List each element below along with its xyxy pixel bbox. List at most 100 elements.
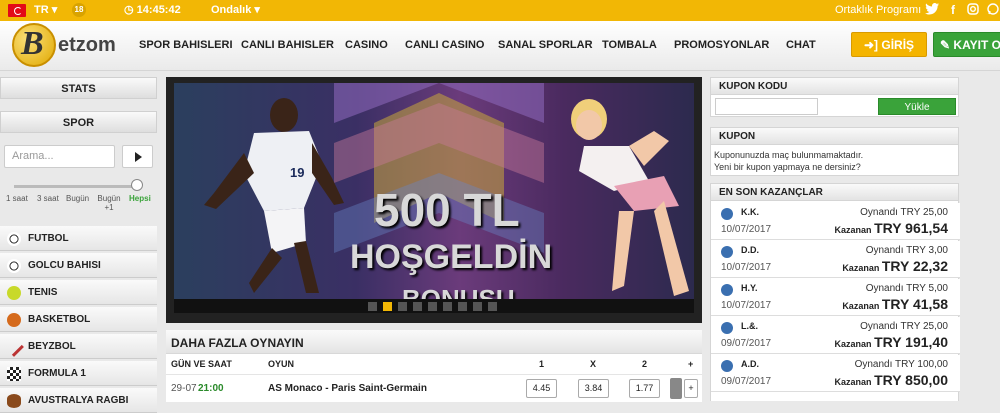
nav-live-betting[interactable]: CANLI BAHISLER	[241, 21, 334, 71]
coupon-message-line1: Kuponunuzda maç bulunmamaktadır.	[714, 150, 864, 160]
col-home: 1	[539, 359, 545, 369]
winner-played: Oynandı TRY 25,00	[860, 321, 948, 332]
banner-slide[interactable]: 19 500 TL HOŞGELDİN BONUSU	[174, 83, 694, 299]
facebook-icon[interactable]: f	[946, 3, 960, 18]
winner-name: D.D.	[741, 245, 759, 255]
col-draw: X	[590, 359, 597, 369]
nav-casino[interactable]: CASINO	[345, 21, 388, 71]
logo-b-letter: B	[21, 25, 44, 62]
time-filter-today-plus-1[interactable]: Bugün +1	[96, 194, 122, 212]
language-selector[interactable]: TR ▾	[34, 0, 57, 21]
winner-won: Kazanan TRY 22,32	[842, 258, 948, 274]
time-filter-slider[interactable]	[14, 185, 139, 188]
coupon-title: KUPON	[711, 128, 958, 145]
right-sidebar: KUPON KODU Yükle KUPON Kuponunuzda maç b…	[710, 77, 960, 402]
register-label: KAYIT OL	[953, 38, 1000, 52]
odd-away-button[interactable]: 1.77	[629, 379, 660, 398]
search-go-button[interactable]	[122, 145, 153, 168]
coupon-box: KUPON Kuponunuzda maç bulunmamaktadır. Y…	[710, 127, 959, 176]
winner-date: 10/07/2017	[721, 300, 772, 311]
time-filter-1h[interactable]: 1 saat	[6, 194, 28, 203]
odd-home-button[interactable]: 4.45	[526, 379, 557, 398]
current-time: 14:45:42	[136, 4, 181, 16]
register-button[interactable]: ✎ KAYIT OL	[933, 32, 1000, 57]
carousel-dot[interactable]	[488, 302, 497, 311]
partner-program-link[interactable]: Ortaklık Programı	[835, 0, 921, 21]
promo-model-image	[571, 99, 689, 296]
carousel-dot[interactable]	[368, 302, 377, 311]
login-label: GİRİŞ	[881, 38, 915, 52]
sport-item-tennis[interactable]: TENIS	[0, 280, 157, 305]
carousel-dot[interactable]	[413, 302, 422, 311]
coupon-code-input[interactable]	[715, 98, 818, 115]
banner-amount: 500 TL	[374, 184, 520, 236]
banner-bonus: BONUSU	[402, 284, 515, 299]
winner-played: Oynandı TRY 5,00	[865, 283, 948, 294]
sport-item-aussie-rules[interactable]: AVUSTRALYA RAGBI	[0, 388, 157, 413]
sport-item-football[interactable]: FUTBOL	[0, 226, 157, 251]
instagram-icon[interactable]	[966, 3, 980, 18]
coupon-message-line2: Yeni bir kupon yapmaya ne dersiniz?	[714, 162, 861, 172]
user-avatar-icon	[721, 246, 733, 258]
nav-chat[interactable]: CHAT	[786, 21, 816, 71]
clock-icon: ◷	[124, 4, 134, 16]
tennis-ball-icon	[7, 286, 21, 300]
recent-wins-title: EN SON KAZANÇLAR	[711, 184, 958, 201]
table-row[interactable]: 29-07 21:00 AS Monaco - Paris Saint-Germ…	[166, 374, 702, 400]
whatsapp-icon[interactable]	[986, 3, 1000, 18]
sport-item-formula1[interactable]: FORMULA 1	[0, 361, 157, 386]
nav-sports-betting[interactable]: SPOR BAHISLERI	[139, 21, 233, 71]
nav-live-casino[interactable]: CANLI CASINO	[405, 21, 484, 71]
carousel-dot[interactable]	[458, 302, 467, 311]
search-input[interactable]: Arama...	[4, 145, 115, 168]
col-more: +	[688, 359, 694, 369]
coupon-load-button[interactable]: Yükle	[878, 98, 956, 115]
list-item: H.Y. 10/07/2017 Oynandı TRY 5,00 Kazanan…	[711, 279, 960, 316]
winner-won: Kazanan TRY 191,40	[834, 334, 948, 350]
time-filter-today[interactable]: Bugün	[66, 194, 89, 203]
sport-label: BEYZBOL	[28, 341, 76, 352]
sport-item-basketball[interactable]: BASKETBOL	[0, 307, 157, 332]
match-teams[interactable]: AS Monaco - Paris Saint-Germain	[268, 383, 427, 394]
sport-item-goalscorer[interactable]: GOLCU BAHISI	[0, 253, 157, 278]
time-filter-all[interactable]: Hepsi	[129, 194, 151, 203]
carousel-dot[interactable]	[428, 302, 437, 311]
user-avatar-icon	[721, 322, 733, 334]
login-button[interactable]: ➜] GİRİŞ	[851, 32, 927, 57]
carousel-dot[interactable]	[398, 302, 407, 311]
time-filter-3h[interactable]: 3 saat	[37, 194, 59, 203]
col-game: OYUN	[268, 359, 295, 369]
top-bar: TR ▾ 18 ◷ 14:45:42 Ondalık ▾ Ortaklık Pr…	[0, 0, 1000, 21]
sport-label: FUTBOL	[28, 233, 69, 244]
promo-banner[interactable]: 19 500 TL HOŞGELDİN BONUSU	[166, 77, 702, 323]
spor-header[interactable]: SPOR	[0, 111, 157, 133]
carousel-dot[interactable]	[473, 302, 482, 311]
main-content: 19 500 TL HOŞGELDİN BONUSU DAHA FAZLA OY…	[166, 77, 702, 402]
odds-format-selector[interactable]: Ondalık ▾	[211, 0, 260, 21]
stats-chart-icon[interactable]	[670, 378, 682, 399]
stats-header[interactable]: STATS	[0, 77, 157, 99]
sport-item-baseball[interactable]: BEYZBOL	[0, 334, 157, 359]
odd-draw-button[interactable]: 3.84	[578, 379, 609, 398]
col-date-time: GÜN VE SAAT	[171, 359, 232, 369]
twitter-icon[interactable]	[925, 3, 939, 18]
betzom-logo[interactable]: B etzom	[12, 23, 130, 67]
time-filter-slider-handle[interactable]	[131, 179, 143, 191]
winner-date: 10/07/2017	[721, 262, 772, 273]
more-markets-button[interactable]: +	[684, 379, 698, 398]
winner-won: Kazanan TRY 961,54	[834, 220, 948, 236]
language-label: TR	[34, 4, 49, 16]
winner-date: 10/07/2017	[721, 224, 772, 235]
nav-virtual-sports[interactable]: SANAL SPORLAR	[498, 21, 593, 71]
coupon-empty-message: Kuponunuzda maç bulunmamaktadır. Yeni bi…	[714, 149, 863, 173]
logo-text: etzom	[58, 34, 116, 56]
turkey-flag-icon[interactable]	[8, 4, 26, 17]
carousel-dot-active[interactable]	[383, 302, 392, 311]
match-time: 21:00	[198, 383, 224, 394]
user-avatar-icon	[721, 208, 733, 220]
nav-tombala[interactable]: TOMBALA	[602, 21, 657, 71]
carousel-dot[interactable]	[443, 302, 452, 311]
nav-promotions[interactable]: PROMOSYONLAR	[674, 21, 769, 71]
winner-played: Oynandı TRY 25,00	[860, 207, 948, 218]
winner-won: Kazanan TRY 850,00	[834, 372, 948, 388]
